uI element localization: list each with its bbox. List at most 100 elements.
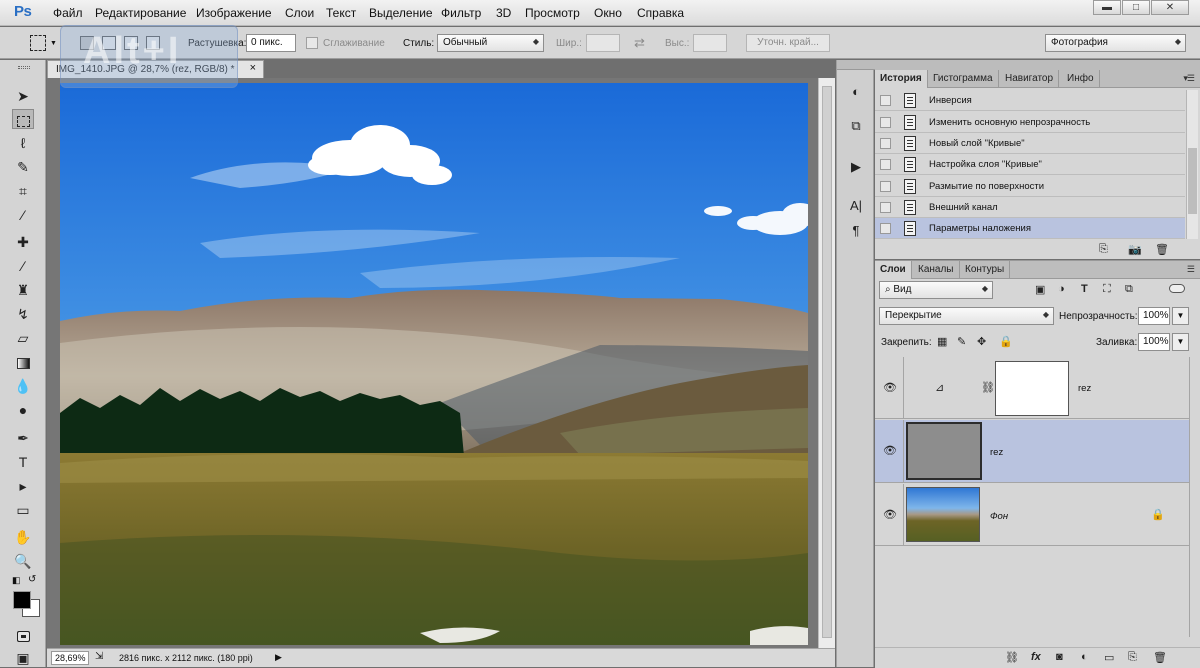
- history-item-selected[interactable]: Параметры наложения: [875, 218, 1185, 239]
- layer-name[interactable]: rez: [1078, 383, 1091, 394]
- scrollbar-thumb[interactable]: [1188, 148, 1197, 214]
- pen-tool-icon[interactable]: ✒: [12, 428, 34, 448]
- filter-toggle[interactable]: [1169, 284, 1185, 293]
- foreground-color-swatch[interactable]: [13, 591, 31, 609]
- layer-row-rez-selected[interactable]: 👁 rez: [875, 420, 1189, 483]
- quick-mask-icon[interactable]: [12, 625, 34, 645]
- history-checkbox[interactable]: [880, 138, 891, 149]
- tab-layers[interactable]: Слои: [875, 261, 912, 279]
- trash-icon[interactable]: 🗑: [1153, 651, 1167, 664]
- eye-icon[interactable]: 👁: [883, 508, 897, 521]
- paragraph-icon[interactable]: ¶: [846, 222, 866, 240]
- opacity-input[interactable]: 100%: [1138, 307, 1170, 325]
- history-checkbox[interactable]: [880, 95, 891, 106]
- screen-mode-icon[interactable]: ▣: [12, 648, 34, 668]
- add-mask-icon[interactable]: ◙: [1056, 651, 1063, 663]
- close-window-button[interactable]: ✕: [1151, 0, 1189, 15]
- filter-shape-icon[interactable]: ⛶: [1103, 283, 1111, 296]
- menu-file[interactable]: Файл: [53, 6, 83, 20]
- menu-type[interactable]: Текст: [326, 6, 356, 20]
- lock-all-icon[interactable]: 🔒: [999, 335, 1013, 348]
- lock-position-icon[interactable]: ✥: [977, 335, 986, 348]
- quick-select-tool-icon[interactable]: ✎: [12, 157, 34, 177]
- history-item[interactable]: Новый слой "Кривые": [875, 133, 1185, 154]
- filter-type-icon[interactable]: T: [1081, 283, 1088, 295]
- opacity-slider-icon[interactable]: ▼: [1172, 307, 1189, 325]
- antialias-checkbox[interactable]: [306, 37, 318, 49]
- layer-row-curves[interactable]: 👁 ⊿ ⛓ rez: [875, 357, 1189, 419]
- adjustments-icon[interactable]: ◐: [846, 83, 866, 101]
- brush-tool-icon[interactable]: ∕: [12, 256, 34, 276]
- refine-edge-button[interactable]: Уточн. край...: [746, 34, 830, 52]
- tab-paths[interactable]: Контуры: [960, 261, 1011, 279]
- eraser-tool-icon[interactable]: ▱: [12, 328, 34, 348]
- filter-smart-object-icon[interactable]: ⧉: [1125, 283, 1133, 296]
- panel-menu-icon[interactable]: ▾☰: [1183, 73, 1195, 84]
- layer-name[interactable]: Фон: [990, 511, 1008, 522]
- new-layer-icon[interactable]: ⎘: [1128, 651, 1137, 664]
- scrollbar-thumb[interactable]: [822, 86, 832, 638]
- crop-tool-icon[interactable]: ⌗: [12, 181, 34, 201]
- gradient-tool-icon[interactable]: [12, 352, 34, 372]
- tab-info[interactable]: Инфо: [1062, 70, 1100, 88]
- blur-tool-icon[interactable]: 💧: [12, 376, 34, 396]
- type-tool-icon[interactable]: T: [12, 452, 34, 472]
- filter-adjustment-icon[interactable]: ◑: [1058, 283, 1065, 295]
- style-dropdown[interactable]: Обычный ◆: [437, 34, 544, 52]
- tab-history[interactable]: История: [875, 70, 928, 88]
- filter-pixel-icon[interactable]: ▣: [1035, 283, 1045, 296]
- shape-tool-icon[interactable]: ▭: [12, 500, 34, 520]
- chain-link-icon[interactable]: ⛓: [981, 381, 995, 394]
- tab-histogram[interactable]: Гистограмма: [928, 70, 999, 88]
- menu-window[interactable]: Окно: [594, 6, 622, 20]
- default-colors-icon[interactable]: ◧: [12, 575, 21, 586]
- menu-filter[interactable]: Фильтр: [441, 6, 481, 20]
- tab-navigator[interactable]: Навигатор: [1000, 70, 1060, 88]
- history-checkbox[interactable]: [880, 202, 891, 213]
- eyedropper-tool-icon[interactable]: ⁄: [12, 205, 34, 225]
- swap-colors-icon[interactable]: ↺: [28, 574, 36, 585]
- lasso-tool-icon[interactable]: ℓ: [12, 133, 34, 153]
- dodge-tool-icon[interactable]: ●: [12, 400, 34, 420]
- menu-image[interactable]: Изображение: [196, 6, 272, 20]
- menu-edit[interactable]: Редактирование: [95, 6, 186, 20]
- camera-snapshot-icon[interactable]: 📷: [1128, 243, 1142, 256]
- group-folder-icon[interactable]: ▭: [1104, 651, 1114, 664]
- layer-row-background[interactable]: 👁 Фон 🔒: [875, 484, 1189, 546]
- rect-marquee-option-icon[interactable]: [30, 35, 46, 51]
- workspace-dropdown[interactable]: Фотография ◆: [1045, 34, 1186, 52]
- menu-help[interactable]: Справка: [637, 6, 684, 20]
- info-arrow-icon[interactable]: ▶: [275, 652, 282, 663]
- character-icon[interactable]: A|: [846, 197, 866, 215]
- lock-pixels-icon[interactable]: ✎: [957, 335, 966, 348]
- chevron-down-icon[interactable]: ▼: [50, 40, 57, 47]
- eye-icon[interactable]: 👁: [883, 444, 897, 457]
- history-item[interactable]: Изменить основную непрозрачность: [875, 112, 1185, 133]
- history-item[interactable]: Инверсия: [875, 90, 1185, 111]
- clone-stamp-icon[interactable]: ♜: [12, 280, 34, 300]
- tab-channels[interactable]: Каналы: [913, 261, 960, 279]
- landscape-photo[interactable]: [60, 83, 808, 645]
- layer-thumbnail[interactable]: [906, 422, 982, 480]
- link-layers-icon[interactable]: ⛓: [1005, 651, 1019, 664]
- layer-thumbnail[interactable]: [906, 487, 980, 542]
- hand-tool-icon[interactable]: ✋: [12, 527, 34, 547]
- vertical-scrollbar[interactable]: [818, 78, 835, 648]
- zoom-tool-icon[interactable]: 🔍: [12, 551, 34, 571]
- layers-scrollbar[interactable]: [1189, 357, 1200, 637]
- history-checkbox[interactable]: [880, 223, 891, 234]
- history-checkbox[interactable]: [880, 181, 891, 192]
- fill-input[interactable]: 100%: [1138, 333, 1170, 351]
- marquee-tool-icon[interactable]: [12, 109, 34, 129]
- history-scrollbar[interactable]: [1186, 90, 1198, 239]
- play-actions-icon[interactable]: ▶: [846, 158, 866, 176]
- layer-filter-dropdown[interactable]: ⌕ Вид ◆: [879, 281, 993, 299]
- fill-slider-icon[interactable]: ▼: [1172, 333, 1189, 351]
- maximize-button[interactable]: □: [1122, 0, 1150, 15]
- path-select-icon[interactable]: ▸: [12, 476, 34, 496]
- history-item[interactable]: Размытие по поверхности: [875, 176, 1185, 197]
- adjustment-layer-icon[interactable]: ◐: [1081, 651, 1088, 663]
- lock-transparency-icon[interactable]: ▦: [937, 335, 947, 348]
- feather-input[interactable]: 0 пикс.: [246, 34, 296, 52]
- zoom-field[interactable]: 28,69%: [51, 651, 89, 665]
